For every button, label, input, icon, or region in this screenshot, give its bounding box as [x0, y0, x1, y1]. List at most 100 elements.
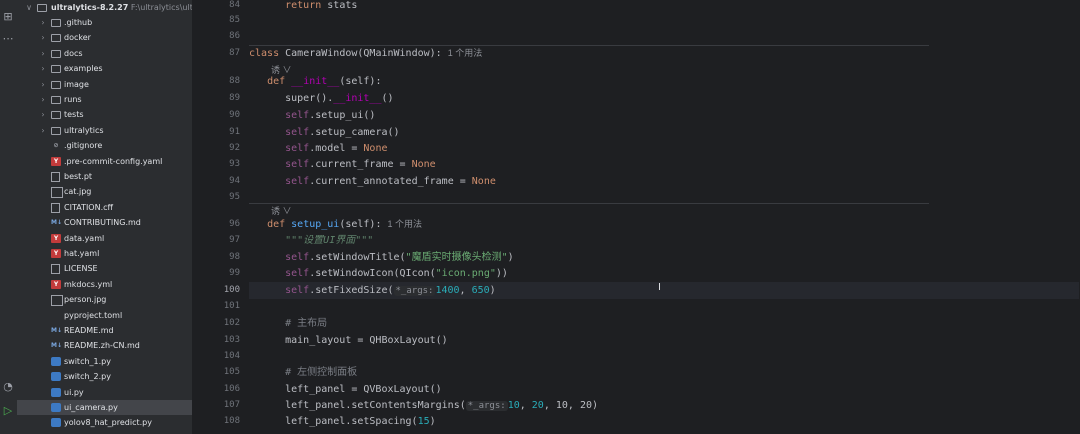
tree-item-label: .gitignore [64, 141, 103, 151]
run-icon[interactable]: ▷ [1, 404, 15, 418]
tree-file[interactable]: M↓ CONTRIBUTING.md [17, 215, 192, 230]
usage-hint[interactable]: 1 个用法 [387, 219, 422, 229]
tree-item-label: best.pt [64, 172, 93, 181]
tree-file[interactable]: Yhat.yaml [17, 246, 192, 261]
tree-item-label: .pre-commit-config.yaml [64, 156, 163, 166]
line-number: 85 [229, 15, 240, 25]
line-number: 89 [229, 93, 240, 103]
image-file-icon [51, 295, 63, 307]
tree-file[interactable]: M↓ README.zh-CN.md [17, 338, 192, 353]
structure-icon[interactable]: ⊞ [1, 10, 15, 24]
tree-item-label: hat.yaml [64, 249, 100, 258]
tree-file[interactable]: cat.jpg [17, 184, 192, 199]
file-icon [51, 202, 60, 213]
tree-folder[interactable]: › examples [17, 61, 192, 76]
tree-file[interactable]: Y .pre-commit-config.yaml [17, 154, 192, 169]
code-line[interactable]: self.setup_camera() [249, 124, 1079, 141]
tree-file[interactable]: ⊘ .gitignore [17, 138, 192, 153]
tree-file[interactable]: best.pt [17, 169, 192, 184]
param-hint: *_args: [465, 401, 508, 411]
line-number: 86 [229, 31, 240, 41]
chevron-right-icon[interactable]: › [39, 61, 47, 76]
code-line[interactable]: class CameraWindow(QMainWindow): 1 个用法 [249, 45, 1079, 62]
yaml-file-icon: Y [51, 249, 61, 258]
file-icon [51, 311, 61, 320]
code-line[interactable]: super().__init__() [249, 90, 1079, 107]
tree-file[interactable]: Ydata.yaml [17, 231, 192, 246]
tree-file[interactable]: person.jpg [17, 292, 192, 307]
code-line[interactable]: # 左侧控制面板 [249, 364, 1079, 381]
problems-icon[interactable]: ◔ [1, 380, 15, 394]
line-number: 108 [223, 416, 240, 426]
tree-file[interactable]: CITATION.cff [17, 200, 192, 215]
tree-item-label: person.jpg [64, 295, 107, 305]
tree-file[interactable]: ui_camera.py [17, 400, 192, 415]
code-line[interactable]: self.current_annotated_frame = None [249, 173, 1079, 190]
line-number: 95 [229, 192, 240, 202]
tree-folder[interactable]: › image [17, 77, 192, 92]
tree-folder[interactable]: › tests [17, 107, 192, 122]
code-line[interactable]: # 主布局 [249, 315, 1079, 332]
markdown-file-icon: M↓ [51, 342, 62, 350]
tree-folder[interactable]: › docker [17, 30, 192, 45]
tree-item-label: switch_2.py [64, 372, 111, 382]
line-number: 92 [229, 143, 240, 153]
tree-folder[interactable]: › ultralytics [17, 123, 192, 138]
tree-file[interactable]: yolov8_hat_predict.py [17, 415, 192, 430]
tree-item-label: tests [64, 110, 84, 120]
chevron-right-icon[interactable]: › [39, 46, 47, 61]
line-number: 96 [229, 219, 240, 229]
code-line[interactable]: """设置UI界面""" [249, 232, 1079, 249]
more-icon[interactable]: ⋯ [1, 32, 15, 46]
folder-icon [51, 65, 61, 74]
chevron-right-icon[interactable]: › [39, 77, 47, 92]
line-number: 98 [229, 252, 240, 262]
tree-folder[interactable]: › docs [17, 46, 192, 61]
code-line[interactable]: self.current_frame = None [249, 156, 1079, 173]
chevron-right-icon[interactable]: › [39, 92, 47, 107]
code-line[interactable]: return stats [249, 0, 1079, 14]
chevron-right-icon[interactable]: › [39, 30, 47, 45]
tree-root[interactable]: ∨ ultralytics-8.2.27 F:\ultralytics\ultr… [17, 0, 192, 15]
image-file-icon [51, 187, 63, 199]
line-number: 91 [229, 127, 240, 137]
tree-item-label: data.yaml [64, 233, 105, 243]
chevron-right-icon[interactable]: › [39, 123, 47, 138]
tree-file[interactable]: pyproject.toml [17, 308, 192, 323]
line-number: 105 [223, 367, 240, 377]
tree-item-label: CONTRIBUTING.md [64, 218, 141, 228]
chevron-down-icon[interactable]: ∨ [25, 0, 33, 15]
code-line[interactable]: def setup_ui(self): 1 个用法 [249, 216, 1079, 233]
code-line[interactable]: self.setWindowIcon(QIcon("icon.png")) [249, 265, 1079, 282]
code-line[interactable]: left_panel.setContentsMargins(*_args: 10,… [249, 397, 1079, 414]
tool-window-strip: ⊞ ⋯ ◔ ▷ [0, 0, 17, 434]
tree-file[interactable]: ui.py [17, 385, 192, 400]
tree-file[interactable]: switch_2.py [17, 369, 192, 384]
code-editor[interactable]: 84 85 86 87 88 89 90 91 92 93 94 95 96 97 98 99 100 101 10… [192, 0, 1080, 434]
tree-folder[interactable]: › .github [17, 15, 192, 30]
code-line[interactable]: main_layout = QHBoxLayout() [249, 332, 1079, 349]
tree-file[interactable]: Ymkdocs.yml [17, 277, 192, 292]
tree-file[interactable]: M↓ README.md [17, 323, 192, 338]
tree-folder[interactable]: › runs [17, 92, 192, 107]
code-line[interactable]: self.setWindowTitle("魔盾实时摄像头检测") [249, 249, 1079, 266]
markdown-file-icon: M↓ [51, 219, 62, 227]
code-area[interactable]: return stats class CameraWindow(QMainWin… [249, 0, 1079, 434]
code-line-current[interactable]: self.setFixedSize(*_args: 1400, 650) [249, 282, 1079, 299]
line-number: 107 [223, 400, 240, 410]
tree-item-label: LICENSE [64, 264, 98, 274]
chevron-right-icon[interactable]: › [39, 15, 47, 30]
tree-file[interactable]: switch_1.py [17, 354, 192, 369]
folder-icon [51, 49, 61, 58]
line-number: 104 [223, 351, 240, 361]
usage-hint[interactable]: 1 个用法 [448, 48, 483, 58]
tree-file[interactable]: LICENSE [17, 261, 192, 276]
code-line[interactable]: self.model = None [249, 140, 1079, 157]
python-file-icon [51, 418, 61, 428]
code-line[interactable]: self.setup_ui() [249, 107, 1079, 124]
code-line[interactable]: left_panel.setSpacing(15) [249, 413, 1079, 430]
code-line[interactable]: def __init__(self): [249, 73, 1079, 90]
code-line[interactable]: left_panel = QVBoxLayout() [249, 381, 1079, 398]
tree-item-label: .github [64, 18, 93, 27]
chevron-right-icon[interactable]: › [39, 107, 47, 122]
